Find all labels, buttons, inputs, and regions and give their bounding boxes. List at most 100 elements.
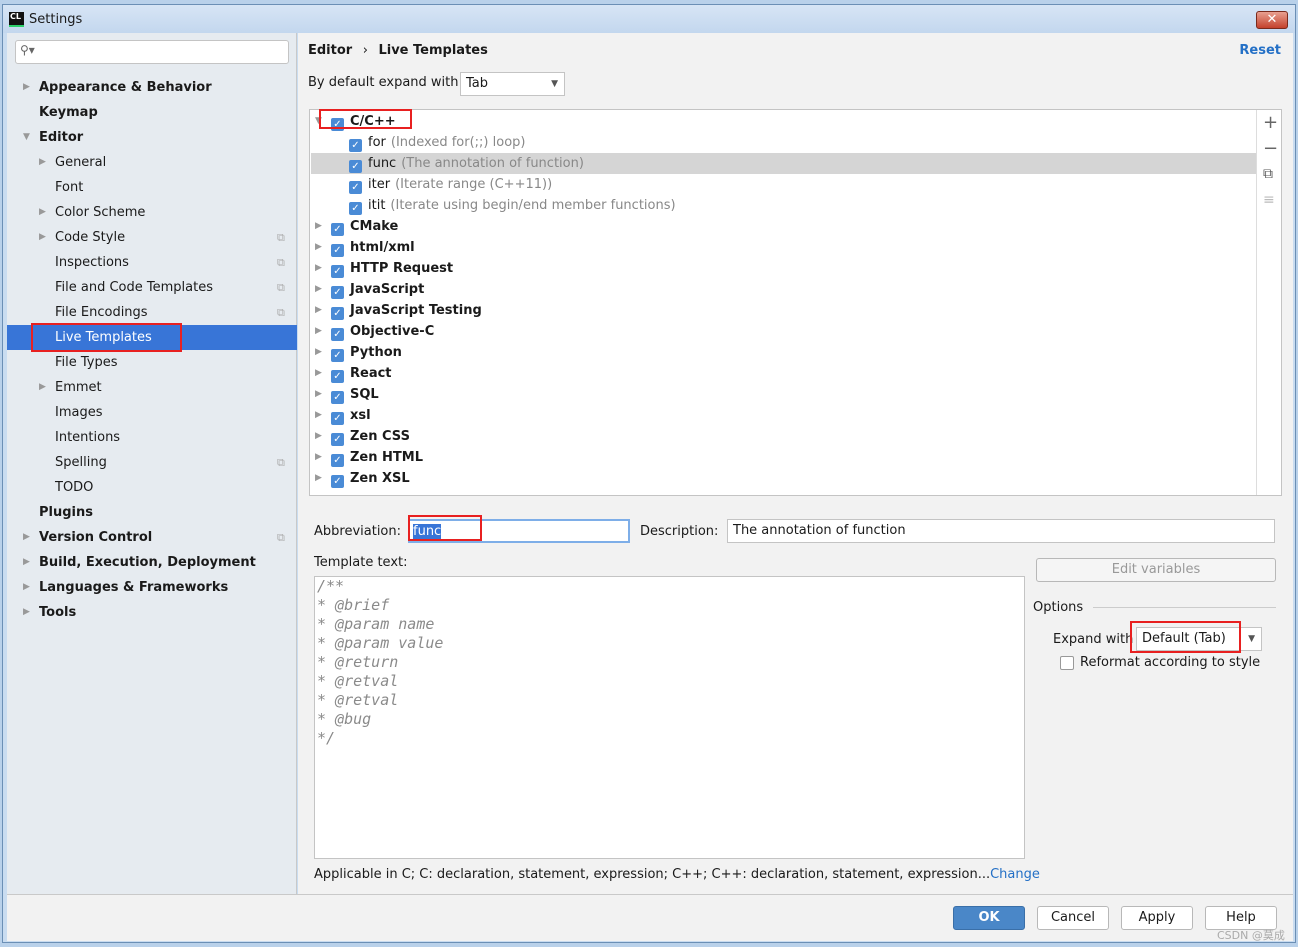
default-expand-select[interactable]: Tab ▼: [460, 72, 565, 96]
collapsed-arrow-icon[interactable]: ▶: [23, 550, 30, 575]
checkbox[interactable]: ✓: [331, 244, 344, 257]
checkbox[interactable]: ✓: [331, 265, 344, 278]
collapsed-arrow-icon[interactable]: ▶: [39, 200, 46, 225]
collapsed-arrow-icon[interactable]: ▶: [315, 279, 322, 300]
template-group[interactable]: ▶ ✓ Python: [311, 342, 1256, 363]
collapsed-arrow-icon[interactable]: ▶: [23, 75, 30, 100]
settings-window: CL Settings ✕ ⚲▾ ▶ Appearance & Behavior K…: [2, 4, 1296, 943]
template-item[interactable]: ✓ iter (Iterate range (C++11)): [311, 174, 1256, 195]
collapsed-arrow-icon[interactable]: ▶: [315, 363, 322, 384]
checkbox[interactable]: ✓: [349, 181, 362, 194]
sidebar-item-appearance-behavior[interactable]: ▶ Appearance & Behavior: [7, 75, 297, 100]
collapsed-arrow-icon[interactable]: ▶: [315, 300, 322, 321]
sidebar-item-todo[interactable]: TODO: [7, 475, 297, 500]
sidebar-item-inspections[interactable]: Inspections ⧉: [7, 250, 297, 275]
template-group[interactable]: ▶ ✓ html/xml: [311, 237, 1256, 258]
sidebar-item-tools[interactable]: ▶ Tools: [7, 600, 297, 625]
collapsed-arrow-icon[interactable]: ▶: [23, 600, 30, 625]
sidebar-item-file-and-code-templates[interactable]: File and Code Templates ⧉: [7, 275, 297, 300]
collapsed-arrow-icon[interactable]: ▶: [315, 468, 322, 489]
template-group[interactable]: ▶ ✓ HTTP Request: [311, 258, 1256, 279]
apply-button[interactable]: Apply: [1121, 906, 1193, 930]
close-button[interactable]: ✕: [1256, 11, 1288, 29]
checkbox[interactable]: ✓: [331, 433, 344, 446]
sidebar-item-color-scheme[interactable]: ▶ Color Scheme: [7, 200, 297, 225]
collapsed-arrow-icon[interactable]: ▶: [315, 216, 322, 237]
sidebar-item-file-encodings[interactable]: File Encodings ⧉: [7, 300, 297, 325]
collapsed-arrow-icon[interactable]: ▶: [39, 150, 46, 175]
collapsed-arrow-icon[interactable]: ▶: [315, 258, 322, 279]
ok-button[interactable]: OK: [953, 906, 1025, 930]
sidebar-item-spelling[interactable]: Spelling ⧉: [7, 450, 297, 475]
collapsed-arrow-icon[interactable]: ▶: [315, 384, 322, 405]
template-group[interactable]: ▶ ✓ Zen CSS: [311, 426, 1256, 447]
template-group[interactable]: ▶ ✓ SQL: [311, 384, 1256, 405]
change-link[interactable]: Change: [990, 867, 1040, 882]
collapsed-arrow-icon[interactable]: ▶: [39, 375, 46, 400]
edit-variables-button[interactable]: Edit variables: [1036, 558, 1276, 582]
checkbox[interactable]: ✓: [331, 454, 344, 467]
collapsed-arrow-icon[interactable]: ▶: [315, 321, 322, 342]
sidebar-item-code-style[interactable]: ▶ Code Style ⧉: [7, 225, 297, 250]
checkbox[interactable]: ✓: [331, 349, 344, 362]
sidebar-item-font[interactable]: Font: [7, 175, 297, 200]
collapsed-arrow-icon[interactable]: ▶: [315, 342, 322, 363]
checkbox[interactable]: ✓: [331, 475, 344, 488]
sidebar-item-general[interactable]: ▶ General: [7, 150, 297, 175]
collapsed-arrow-icon[interactable]: ▶: [23, 525, 30, 550]
sidebar-item-file-types[interactable]: File Types: [7, 350, 297, 375]
copy-icon[interactable]: ⧉: [1263, 166, 1273, 182]
sidebar-item-plugins[interactable]: Plugins: [7, 500, 297, 525]
sidebar-item-label: Editor: [39, 130, 84, 145]
template-group[interactable]: ▶ ✓ Zen XSL: [311, 468, 1256, 489]
checkbox[interactable]: ✓: [331, 412, 344, 425]
checkbox[interactable]: ✓: [349, 139, 362, 152]
sidebar-item-emmet[interactable]: ▶ Emmet: [7, 375, 297, 400]
description-input[interactable]: The annotation of function: [727, 519, 1275, 543]
template-item[interactable]: ✓ func (The annotation of function): [311, 153, 1256, 174]
sidebar-item-label: Build, Execution, Deployment: [39, 555, 256, 570]
checkbox[interactable]: ✓: [349, 160, 362, 173]
checkbox[interactable]: ✓: [331, 370, 344, 383]
collapsed-arrow-icon[interactable]: ▶: [315, 447, 322, 468]
remove-icon[interactable]: −: [1263, 138, 1278, 159]
template-item[interactable]: ✓ for (Indexed for(;;) loop): [311, 132, 1256, 153]
checkbox[interactable]: ✓: [331, 391, 344, 404]
template-group[interactable]: ▶ ✓ Objective-C: [311, 321, 1256, 342]
reset-link[interactable]: Reset: [1239, 43, 1281, 58]
sidebar-item-languages-frameworks[interactable]: ▶ Languages & Frameworks: [7, 575, 297, 600]
reformat-checkbox[interactable]: [1060, 656, 1074, 670]
template-group[interactable]: ▶ ✓ xsl: [311, 405, 1256, 426]
template-text-editor[interactable]: /** * @brief * @param name * @param valu…: [314, 576, 1025, 859]
settings-search-input[interactable]: ⚲▾: [15, 40, 289, 64]
sidebar-item-version-control[interactable]: ▶ Version Control ⧉: [7, 525, 297, 550]
sidebar-item-intentions[interactable]: Intentions: [7, 425, 297, 450]
move-icon[interactable]: ≡: [1263, 192, 1275, 208]
template-group[interactable]: ▶ ✓ React: [311, 363, 1256, 384]
template-group[interactable]: ▶ ✓ Zen HTML: [311, 447, 1256, 468]
checkbox[interactable]: ✓: [331, 286, 344, 299]
add-icon[interactable]: +: [1263, 112, 1278, 133]
cancel-button[interactable]: Cancel: [1037, 906, 1109, 930]
template-item[interactable]: ✓ itit (Iterate using begin/end member fun…: [311, 195, 1256, 216]
watermark: CSDN @莫成: [1217, 929, 1285, 942]
collapsed-arrow-icon[interactable]: ▶: [39, 225, 46, 250]
sidebar-item-keymap[interactable]: Keymap: [7, 100, 297, 125]
sidebar-item-build-execution-deployment[interactable]: ▶ Build, Execution, Deployment: [7, 550, 297, 575]
collapsed-arrow-icon[interactable]: ▶: [23, 575, 30, 600]
sidebar-item-editor[interactable]: ▼ Editor: [7, 125, 297, 150]
collapsed-arrow-icon[interactable]: ▶: [315, 426, 322, 447]
sidebar-item-images[interactable]: Images: [7, 400, 297, 425]
expanded-arrow-icon[interactable]: ▼: [23, 125, 30, 150]
checkbox[interactable]: ✓: [331, 307, 344, 320]
collapsed-arrow-icon[interactable]: ▶: [315, 405, 322, 426]
checkbox[interactable]: ✓: [349, 202, 362, 215]
template-group[interactable]: ▼ ✓ C/C++: [311, 111, 1256, 132]
template-group[interactable]: ▶ ✓ JavaScript Testing: [311, 300, 1256, 321]
template-group[interactable]: ▶ ✓ JavaScript: [311, 279, 1256, 300]
checkbox[interactable]: ✓: [331, 328, 344, 341]
collapsed-arrow-icon[interactable]: ▶: [315, 237, 322, 258]
template-group[interactable]: ▶ ✓ CMake: [311, 216, 1256, 237]
checkbox[interactable]: ✓: [331, 223, 344, 236]
breadcrumb-editor[interactable]: Editor: [308, 43, 352, 58]
